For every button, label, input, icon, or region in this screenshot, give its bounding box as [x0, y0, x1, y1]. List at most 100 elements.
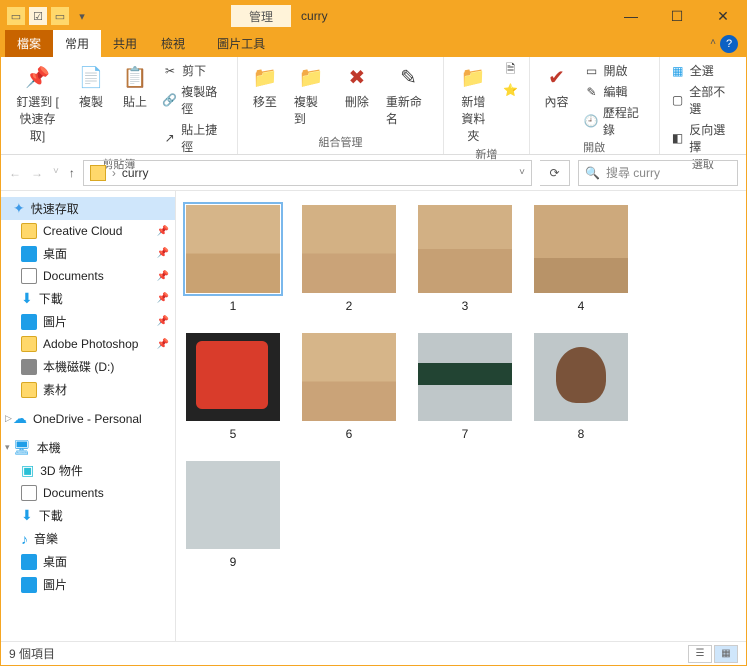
sidebar-item[interactable]: ♪音樂: [1, 527, 175, 550]
close-button[interactable]: ✕: [700, 1, 746, 31]
pin-icon: 📌: [157, 293, 169, 304]
file-thumbnail[interactable]: 4: [534, 205, 628, 313]
history-button[interactable]: 🕘歷程記錄: [582, 103, 651, 139]
tab-file[interactable]: 檔案: [5, 30, 53, 57]
cut-button[interactable]: ✂剪下: [160, 61, 229, 80]
checkbox-icon[interactable]: ☑: [29, 7, 47, 25]
maximize-button[interactable]: ☐: [654, 1, 700, 31]
file-thumbnail[interactable]: 8: [534, 333, 628, 441]
document-icon: [21, 485, 37, 501]
copy-button[interactable]: 📄 複製: [72, 61, 110, 112]
thumbnails-view-button[interactable]: ▦: [714, 645, 738, 663]
desktop-icon: [21, 577, 37, 593]
thumbnail-image: [418, 205, 512, 293]
refresh-button[interactable]: ⟳: [540, 160, 570, 186]
copy-icon: 📄: [77, 63, 105, 91]
file-thumbnail[interactable]: 5: [186, 333, 280, 441]
forward-button[interactable]: →: [31, 166, 43, 180]
expand-icon[interactable]: ▷: [5, 413, 12, 424]
window-title: curry: [301, 9, 328, 23]
sidebar-item[interactable]: ⬇下載: [1, 504, 175, 527]
ribbon-collapse-icon[interactable]: ˄: [710, 37, 716, 48]
sidebar-item-label: 音樂: [34, 530, 58, 547]
folder-icon: [21, 223, 37, 239]
pin-to-quick-access-button[interactable]: 📌 釘選到 [ 快速存取]: [9, 61, 66, 146]
sidebar-onedrive[interactable]: ▷☁OneDrive - Personal: [1, 407, 175, 430]
details-view-button[interactable]: ☰: [688, 645, 712, 663]
sidebar-item[interactable]: Creative Cloud📌: [1, 220, 175, 242]
file-grid[interactable]: 1 2 34 5678 9: [176, 191, 746, 641]
expand-icon[interactable]: ▾: [5, 442, 10, 453]
rename-button[interactable]: ✎重新命名: [382, 61, 435, 129]
sidebar-item[interactable]: 本機磁碟 (D:): [1, 355, 175, 378]
sidebar-quick-access[interactable]: ✦快速存取: [1, 197, 175, 220]
file-thumbnail[interactable]: 7: [418, 333, 512, 441]
path-icon: 🔗: [162, 92, 177, 108]
address-bar[interactable]: › curry ˅: [83, 160, 532, 186]
sidebar-item[interactable]: Documents📌: [1, 265, 175, 287]
sidebar-item[interactable]: ▣3D 物件: [1, 459, 175, 482]
sidebar-item[interactable]: 圖片📌: [1, 310, 175, 333]
folder-small-icon[interactable]: ▭: [51, 7, 69, 25]
recent-dropdown[interactable]: ˅: [53, 166, 59, 180]
sidebar-item-label: 素材: [43, 381, 67, 398]
folder-icon: [90, 165, 106, 181]
delete-button[interactable]: ✖刪除: [338, 61, 376, 112]
new-folder-button[interactable]: 📁新增 資料夾: [452, 61, 494, 146]
back-button[interactable]: ←: [9, 166, 21, 180]
sidebar-item[interactable]: 桌面📌: [1, 242, 175, 265]
minimize-button[interactable]: —: [608, 1, 654, 31]
sidebar-item[interactable]: 桌面: [1, 550, 175, 573]
thumbnail-image: [186, 205, 280, 293]
file-thumbnail[interactable]: 1: [186, 205, 280, 313]
select-all-button[interactable]: ▦全選: [668, 61, 738, 80]
paste-button[interactable]: 📋 貼上: [116, 61, 154, 112]
sidebar-item[interactable]: 圖片: [1, 573, 175, 596]
invert-selection-button[interactable]: ◧反向選擇: [668, 120, 738, 156]
edit-button[interactable]: ✎編輯: [582, 82, 651, 101]
sidebar-item[interactable]: Documents: [1, 482, 175, 504]
easy-access-button[interactable]: ⭐: [501, 81, 521, 99]
file-thumbnail[interactable]: 6: [302, 333, 396, 441]
sidebar-this-pc[interactable]: ▾🖥本機: [1, 436, 175, 459]
qat-dropdown-icon[interactable]: ▾: [73, 7, 91, 25]
pin-icon: 📌: [24, 63, 52, 91]
document-icon: [21, 268, 37, 284]
address-dropdown-icon[interactable]: ˅: [519, 167, 525, 178]
help-icon[interactable]: ?: [720, 35, 738, 53]
tab-picture-tools[interactable]: 圖片工具: [205, 30, 277, 57]
paste-shortcut-button[interactable]: ↗貼上捷徑: [160, 120, 229, 156]
up-button[interactable]: ↑: [69, 166, 75, 180]
sidebar-item[interactable]: 素材: [1, 378, 175, 401]
file-name: 1: [230, 299, 237, 313]
group-organize: 📁移至 📁複製到 ✖刪除 ✎重新命名 組合管理: [238, 57, 444, 154]
sidebar-item[interactable]: Adobe Photoshop📌: [1, 333, 175, 355]
search-icon: 🔍: [585, 166, 600, 180]
file-thumbnail[interactable]: 2: [302, 205, 396, 313]
new-item-button[interactable]: 🗎: [501, 61, 521, 79]
address-path: curry: [122, 166, 149, 180]
group-select: ▦全選 ▢全部不選 ◧反向選擇 選取: [660, 57, 746, 154]
properties-button[interactable]: ✔內容: [538, 61, 576, 112]
tab-home[interactable]: 常用: [53, 30, 101, 57]
search-placeholder: 搜尋 curry: [606, 164, 660, 181]
thumbnail-image: [534, 205, 628, 293]
select-none-icon: ▢: [670, 92, 686, 108]
copy-label: 複製: [79, 93, 103, 110]
move-to-button[interactable]: 📁移至: [246, 61, 284, 112]
select-none-button[interactable]: ▢全部不選: [668, 82, 738, 118]
tab-view[interactable]: 檢視: [149, 30, 197, 57]
tab-share[interactable]: 共用: [101, 30, 149, 57]
file-name: 2: [346, 299, 353, 313]
folder-icon[interactable]: ▭: [7, 7, 25, 25]
new-item-icon: 🗎: [503, 62, 519, 78]
open-button[interactable]: ▭開啟: [582, 61, 651, 80]
search-box[interactable]: 🔍 搜尋 curry: [578, 160, 738, 186]
file-thumbnail[interactable]: 3: [418, 205, 512, 313]
thumbnail-image: [418, 333, 512, 421]
file-thumbnail[interactable]: 9: [186, 461, 280, 569]
download-icon: ⬇: [21, 290, 33, 307]
sidebar-item[interactable]: ⬇下載📌: [1, 287, 175, 310]
copy-path-button[interactable]: 🔗複製路徑: [160, 82, 229, 118]
copy-to-button[interactable]: 📁複製到: [290, 61, 332, 129]
